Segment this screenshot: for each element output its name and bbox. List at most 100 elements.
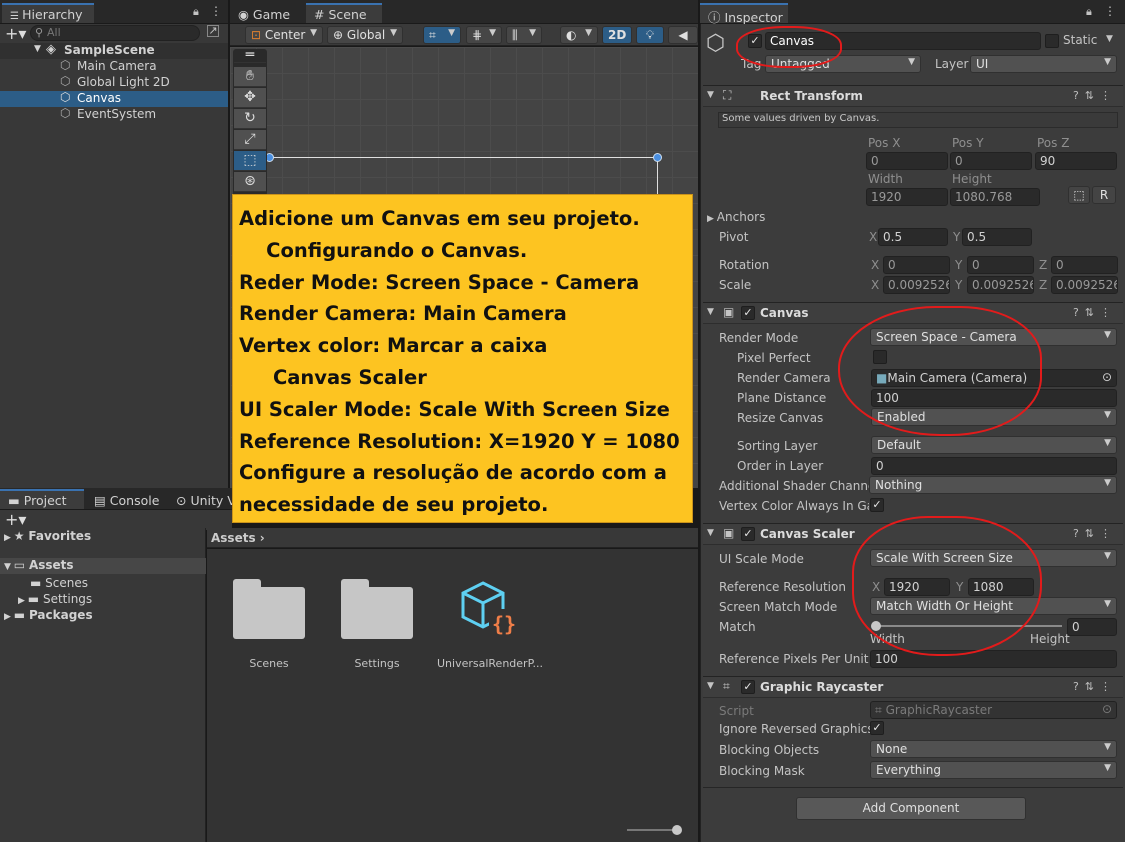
tab-game[interactable]: ◉ Game — [230, 3, 302, 23]
rect-tool-icon[interactable]: ⬚ — [234, 151, 266, 171]
rect-handle[interactable] — [653, 153, 662, 162]
tab-scene[interactable]: # Scene — [306, 3, 382, 23]
static-dropdown-arrow[interactable]: ▼ — [1106, 34, 1113, 44]
sorting-layer-dropdown[interactable]: Default ▼ — [871, 436, 1117, 454]
vertex-color-label: Vertex Color Always In Gar — [719, 499, 869, 513]
blueprint-mode-button[interactable]: ⬚ — [1068, 186, 1090, 204]
rect-transform-header[interactable]: ▼ ⛶ Rect Transform ?⇅⋮ — [703, 85, 1123, 107]
vertex-color-checkbox[interactable]: ✓ — [870, 498, 884, 512]
pos-z-field[interactable]: 90 — [1035, 152, 1117, 170]
rotate-tool-icon[interactable]: ↻ — [234, 109, 266, 129]
draw-mode-button[interactable]: ◐ ▼ — [560, 26, 598, 44]
foldout-arrow-icon[interactable]: ▼ — [707, 307, 714, 317]
2d-toggle[interactable]: 2D — [602, 26, 632, 44]
tree-assets[interactable]: ▼ ▭ Assets — [0, 558, 206, 574]
collapse-arrow-icon[interactable]: ▼ — [34, 44, 41, 54]
shader-channel-dropdown[interactable]: Nothing ▼ — [869, 476, 1117, 494]
graphic-raycaster-header[interactable]: ▼ ⌗ ✓ Graphic Raycaster ?⇅⋮ — [703, 676, 1123, 698]
overlay-menu-icon[interactable]: ═ — [234, 48, 266, 63]
transform-tool-icon[interactable]: ⊛ — [234, 172, 266, 192]
breadcrumb-assets: Assets — [211, 531, 256, 545]
tree-settings[interactable]: ▶ ▬ Settings — [18, 592, 92, 606]
asset-scenes[interactable] — [233, 579, 305, 639]
snap-button[interactable]: ⌗ ▼ — [423, 26, 461, 44]
pivot-y-field[interactable]: 0.5 — [962, 228, 1032, 246]
component-menu-icons[interactable]: ?⇅⋮ — [1073, 680, 1117, 693]
foldout-arrow-icon[interactable]: ▼ — [707, 681, 714, 691]
layer-label: Layer — [935, 57, 969, 71]
component-enabled-checkbox[interactable]: ✓ — [741, 527, 755, 541]
tab-console[interactable]: ▤ Console — [86, 489, 166, 509]
blocking-mask-dropdown[interactable]: Everything ▼ — [870, 761, 1117, 779]
rotation-z-field[interactable]: 0 — [1051, 256, 1118, 274]
tab-hierarchy[interactable]: ☰ Hierarchy — [2, 3, 94, 23]
create-icon[interactable]: +▾ — [5, 510, 26, 529]
component-menu-icons[interactable]: ?⇅⋮ — [1073, 89, 1117, 102]
rotation-x-field[interactable]: 0 — [883, 256, 950, 274]
lock-icon[interactable]: 🔒︎ — [1086, 5, 1092, 19]
layer-dropdown[interactable]: UI ▼ — [970, 55, 1117, 73]
tab-inspector[interactable]: ⓘ Inspector — [700, 3, 788, 25]
height-field[interactable]: 1080.768 — [950, 188, 1040, 206]
slider-thumb[interactable] — [672, 825, 682, 835]
scale-z-field[interactable]: 0.0092526 — [1051, 276, 1118, 294]
hierarchy-item-main-camera[interactable]: ⬡ Main Camera — [0, 58, 228, 75]
audio-toggle-icon[interactable]: ◀︎ — [668, 26, 698, 44]
tab-project[interactable]: ▬ Project — [0, 489, 84, 509]
component-title: Canvas — [760, 306, 809, 320]
component-menu-icons[interactable]: ?⇅⋮ — [1073, 306, 1117, 319]
match-value-field[interactable]: 0 — [1067, 618, 1117, 636]
component-menu-icons[interactable]: ?⇅⋮ — [1073, 527, 1117, 540]
pixels-per-unit-field[interactable]: 100 — [870, 650, 1117, 668]
scale-y-field[interactable]: 0.0092526 — [967, 276, 1034, 294]
breadcrumb[interactable]: Assets › — [211, 531, 265, 545]
tree-scenes[interactable]: ▬ Scenes — [30, 576, 88, 590]
space-dropdown[interactable]: ⊕ Global ▼ — [327, 26, 403, 44]
asset-settings[interactable] — [341, 579, 413, 639]
tab-unity-version-control[interactable]: ⊙ Unity V — [168, 489, 232, 509]
tree-favorites[interactable]: ▶ ★ Favorites — [4, 529, 91, 543]
asset-breadcrumb-bar: Assets › — [207, 528, 698, 548]
pivot-x-field[interactable]: 0.5 — [878, 228, 948, 246]
object-picker-icon[interactable]: ⊙ — [1102, 370, 1112, 384]
hand-tool-icon[interactable]: ✋︎ — [234, 67, 266, 87]
lock-icon[interactable]: 🔒︎ — [193, 5, 199, 19]
pos-y-field[interactable]: 0 — [950, 152, 1032, 170]
pos-x-field[interactable]: 0 — [866, 152, 948, 170]
add-component-button[interactable]: Add Component — [796, 797, 1026, 820]
rotation-y-field[interactable]: 0 — [967, 256, 1034, 274]
component-enabled-checkbox[interactable]: ✓ — [741, 680, 755, 694]
scene-row[interactable]: ▼ ◈ SampleScene — [0, 42, 228, 59]
lighting-toggle-icon[interactable]: 💡︎ — [636, 26, 664, 44]
more-menu-icon[interactable]: ⋮ — [210, 4, 222, 18]
asset-urp[interactable]: {} — [459, 579, 519, 639]
static-checkbox[interactable] — [1045, 34, 1059, 48]
increment-snap-button[interactable]: ⫼ ▼ — [506, 26, 542, 44]
scale-x-field[interactable]: 0.0092526 — [883, 276, 950, 294]
foldout-arrow-icon[interactable]: ▼ — [707, 90, 714, 100]
tree-packages[interactable]: ▶ ▬ Packages — [4, 608, 93, 622]
hierarchy-item-eventsystem[interactable]: ⬡ EventSystem — [0, 106, 228, 123]
project-toolbar: +▾ — [0, 510, 232, 530]
add-icon[interactable]: +▾ — [5, 24, 26, 43]
move-tool-icon[interactable]: ✥ — [234, 88, 266, 108]
pivot-dropdown[interactable]: ⊡ Center ▼ — [245, 26, 323, 44]
scene-visibility-icon[interactable]: ↗ — [207, 25, 219, 37]
hierarchy-item-global-light[interactable]: ⬡ Global Light 2D — [0, 74, 228, 91]
hierarchy-item-canvas[interactable]: ⬡ Canvas — [0, 90, 228, 107]
width-field[interactable]: 1920 — [866, 188, 948, 206]
order-in-layer-field[interactable]: 0 — [871, 457, 1117, 475]
grid-snap-button[interactable]: ⋕ ▼ — [466, 26, 502, 44]
resize-canvas-label: Resize Canvas — [737, 411, 824, 425]
foldout-arrow-icon[interactable]: ▼ — [707, 528, 714, 538]
ignore-reversed-checkbox[interactable]: ✓ — [870, 721, 884, 735]
blocking-mask-label: Blocking Mask — [719, 764, 805, 778]
more-menu-icon[interactable]: ⋮ — [1104, 4, 1116, 18]
anchors-foldout[interactable]: ▶ Anchors — [707, 210, 765, 224]
raw-edit-button[interactable]: R — [1092, 186, 1116, 204]
hierarchy-search-input[interactable]: ⚲ All — [30, 25, 200, 41]
scale-tool-icon[interactable]: ⤢ — [234, 130, 266, 150]
blocking-objects-dropdown[interactable]: None ▼ — [870, 740, 1117, 758]
component-enabled-checkbox[interactable]: ✓ — [741, 306, 755, 320]
scene-toolbar: ⊡ Center ▼ ⊕ Global ▼ ⌗ ▼ ⋕ ▼ ⫼ ▼ ◐ ▼ 2D 💡︎ ◀︎ — [230, 24, 698, 46]
